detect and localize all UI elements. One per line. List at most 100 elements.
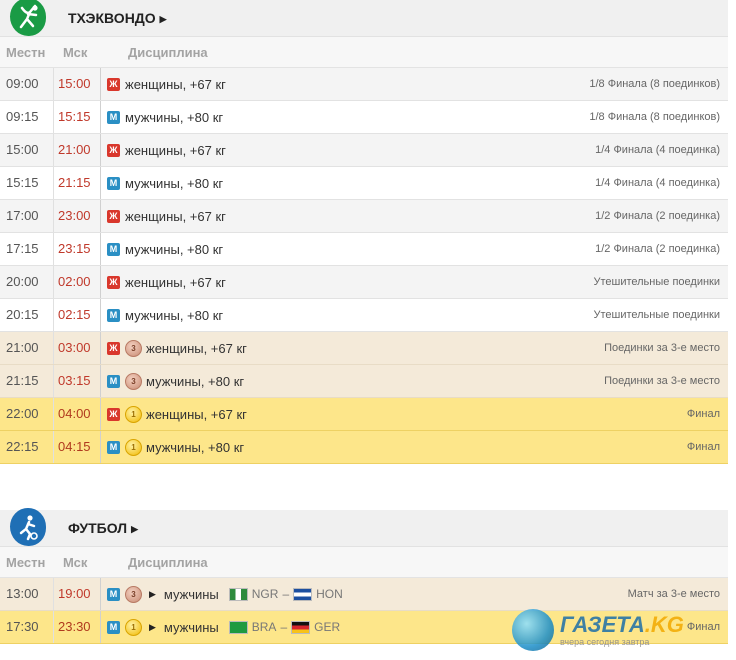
football-column-header: Местн Мск Дисциплина [0,547,728,578]
female-badge: Ж [107,341,120,355]
ger-flag-icon [291,620,311,634]
chevron-right-icon: ▶ [131,524,139,534]
discipline-name: женщины, +67 кг [146,406,247,422]
discipline-name: мужчины, +80 кг [125,175,224,191]
local-time: 21:15 [6,373,39,388]
globe-logo-icon [512,609,554,651]
stage-label: 1/8 Финала (8 поединков) [589,78,720,90]
female-badge: Ж [107,209,120,223]
local-time: 17:00 [6,208,39,223]
male-badge: М [107,620,120,634]
discipline-name: женщины, +67 кг [125,274,226,290]
stage-label: Утешительные поединки [593,309,720,321]
team-home: BRA [251,620,277,634]
male-badge: М [107,587,120,601]
team-home: NGR [251,587,279,601]
discipline-name: женщины, +67 кг [125,142,226,158]
female-badge: Ж [107,143,120,157]
moscow-time: 21:00 [53,134,101,166]
discipline-cell: М 1 мужчины, +80 кг [101,438,728,456]
gold-medal-icon: 1 [125,405,142,423]
stage-label: Поединки за 3-е место [604,342,720,354]
discipline-name: мужчины, +80 кг [146,373,245,389]
team-away: HON [316,587,343,601]
taekwondo-rows: 09:00 15:00 Жженщины, +67 кг 1/8 Финала (8 … [0,68,728,464]
gazeta-kg-watermark: ГАЗЕТА.KG вчера сегодня завтра [512,608,730,652]
male-badge: М [107,374,120,388]
schedule-row[interactable]: 17:00 23:00 Жженщины, +67 кг 1/2 Финала (2 … [0,200,728,233]
vs-dash: – [280,620,288,634]
taekwondo-header: ТХЭКВОНДО ▶ [0,0,728,37]
col-local-time: Местн [6,44,46,60]
male-badge: М [107,176,120,190]
female-badge: Ж [107,275,120,289]
schedule-row[interactable]: 09:15 15:15 Ммужчины, +80 кг 1/8 Финала (8 … [0,101,728,134]
stage-label: 1/4 Финала (4 поединка) [595,177,720,189]
chevron-right-icon: ▶ [159,14,167,24]
local-time: 17:15 [6,241,39,256]
stage-label: 1/2 Финала (2 поединка) [595,243,720,255]
local-time: 09:00 [6,76,39,91]
football-title: ФУТБОЛ [68,520,128,536]
bronze-medal-icon: 3 [125,372,142,390]
taekwondo-title: ТХЭКВОНДО [68,10,156,26]
moscow-time: 02:15 [53,299,101,331]
schedule-row[interactable]: 09:00 15:00 Жженщины, +67 кг 1/8 Финала (8 … [0,68,728,101]
discipline-name: женщины, +67 кг [125,208,226,224]
male-badge: М [107,308,120,322]
taekwondo-title-link[interactable]: ТХЭКВОНДО ▶ [68,10,167,26]
local-time: 13:00 [6,586,39,601]
stage-label: 1/8 Финала (8 поединков) [589,111,720,123]
gold-medal-icon: 1 [125,438,142,456]
col-local-time: Местн [6,554,46,570]
stage-label: 1/2 Финала (2 поединка) [595,210,720,222]
stage-label: Финал [686,441,720,453]
discipline-name: мужчины, +80 кг [146,439,245,455]
moscow-time: 23:30 [53,611,101,643]
watermark-tagline: вчера сегодня завтра [560,636,650,647]
local-time: 15:15 [6,175,39,190]
discipline-name: мужчины [163,586,219,602]
local-time: 22:15 [6,439,39,454]
taekwondo-section: ТХЭКВОНДО ▶ Местн Мск Дисциплина 09:00 15:… [0,0,728,464]
discipline-cell: Ж 1 женщины, +67 кг [101,405,728,423]
local-time: 20:00 [6,274,39,289]
male-badge: М [107,110,120,124]
taekwondo-column-header: Местн Мск Дисциплина [0,37,728,68]
schedule-row[interactable]: 21:15 03:15 М 3 мужчины, +80 кг Поединки за 3… [0,365,728,398]
schedule-row[interactable]: 15:15 21:15 Ммужчины, +80 кг 1/4 Финала (4 … [0,167,728,200]
local-time: 21:00 [6,340,39,355]
football-header: ФУТБОЛ ▶ [0,508,728,547]
schedule-row[interactable]: 22:15 04:15 М 1 мужчины, +80 кг Финал [0,431,728,464]
football-icon [10,508,46,546]
discipline-name: мужчины, +80 кг [125,241,224,257]
female-badge: Ж [107,77,120,91]
bronze-medal-icon: 3 [125,339,142,357]
stage-label: 1/4 Финала (4 поединка) [595,144,720,156]
col-discipline: Дисциплина [128,554,208,570]
schedule-row[interactable]: 15:00 21:00 Жженщины, +67 кг 1/4 Финала (4 … [0,134,728,167]
schedule-row[interactable]: 22:00 04:00 Ж 1 женщины, +67 кг Финал [0,398,728,431]
male-badge: М [107,242,120,256]
watermark-brand: ГАЗЕТА [560,611,645,637]
play-triangle-icon: ▶ [149,588,156,599]
watermark-text: ГАЗЕТА.KG вчера сегодня завтра [560,611,684,647]
schedule-row[interactable]: 17:15 23:15 Ммужчины, +80 кг 1/2 Финала (2 … [0,233,728,266]
discipline-name: мужчины, +80 кг [125,109,224,125]
schedule-row[interactable]: 21:00 03:00 Ж 3 женщины, +67 кг Поединки за 3… [0,332,728,365]
moscow-time: 23:00 [53,200,101,232]
moscow-time: 04:00 [53,398,101,430]
schedule-row[interactable]: 20:00 02:00 Жженщины, +67 кг Утешительные п… [0,266,728,299]
local-time: 09:15 [6,109,39,124]
moscow-time: 03:00 [53,332,101,364]
schedule-row[interactable]: 20:15 02:15 Ммужчины, +80 кг Утешительные п… [0,299,728,332]
schedule-row[interactable]: 13:00 19:00 М 3 ▶ мужчины NGR – HON Матч за 3-е м… [0,578,728,611]
moscow-time: 03:15 [53,365,101,397]
col-msk-time: Мск [63,554,88,570]
discipline-name: мужчины [163,619,219,635]
local-time: 20:15 [6,307,39,322]
football-title-link[interactable]: ФУТБОЛ ▶ [68,520,138,536]
stage-label: Поединки за 3-е место [604,375,720,387]
col-discipline: Дисциплина [128,44,208,60]
female-badge: Ж [107,407,120,421]
